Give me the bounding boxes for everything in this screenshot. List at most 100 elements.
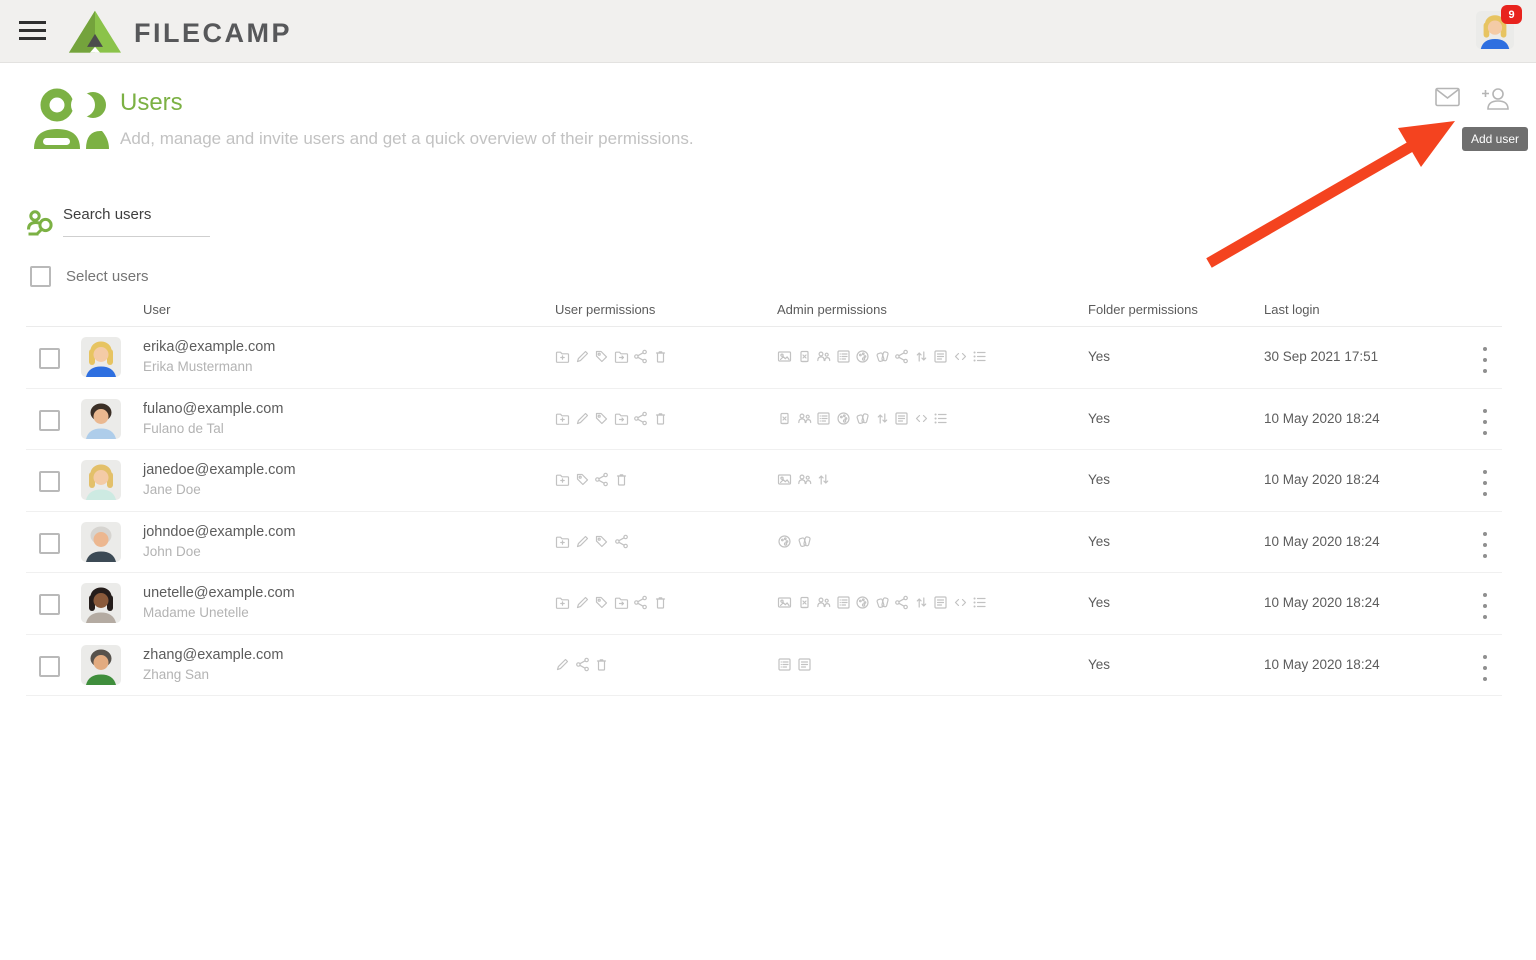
row-checkbox[interactable] bbox=[39, 533, 60, 554]
delete-files-icon bbox=[777, 411, 792, 426]
page-subtitle: Add, manage and invite users and get a q… bbox=[120, 129, 694, 149]
user-email: erika@example.com bbox=[143, 339, 275, 355]
share-icon bbox=[633, 595, 648, 610]
table-row: unetelle@example.com Madame Unetelle Yes… bbox=[26, 573, 1502, 635]
row-menu-button[interactable] bbox=[1476, 653, 1494, 683]
column-header-user-permissions: User permissions bbox=[555, 302, 655, 317]
branding-icon bbox=[777, 534, 792, 549]
reports-icon bbox=[933, 349, 948, 364]
create-folder-icon bbox=[555, 472, 570, 487]
menus-icon bbox=[972, 349, 987, 364]
transfer-icon bbox=[914, 349, 929, 364]
user-avatar bbox=[81, 460, 121, 500]
search-input[interactable]: Search users bbox=[63, 206, 210, 237]
delete-files-icon bbox=[797, 595, 812, 610]
create-folder-icon bbox=[555, 595, 570, 610]
create-folder-icon bbox=[555, 349, 570, 364]
add-user-button[interactable] bbox=[1481, 87, 1507, 111]
select-users-checkbox[interactable] bbox=[30, 266, 51, 287]
reports-icon bbox=[797, 657, 812, 672]
row-checkbox[interactable] bbox=[39, 410, 60, 431]
user-name: Madame Unetelle bbox=[143, 605, 295, 620]
delete-icon bbox=[614, 472, 629, 487]
user-permissions bbox=[555, 411, 668, 426]
row-menu-button[interactable] bbox=[1476, 591, 1494, 621]
column-header-last-login: Last login bbox=[1264, 302, 1320, 317]
move-folder-icon bbox=[614, 349, 629, 364]
media-icon bbox=[777, 472, 792, 487]
tag-icon bbox=[594, 411, 609, 426]
user-name: Fulano de Tal bbox=[143, 421, 283, 436]
hamburger-menu-icon[interactable] bbox=[19, 21, 47, 41]
admin-permissions bbox=[777, 595, 987, 610]
last-login-value: 10 May 2020 18:24 bbox=[1264, 472, 1380, 487]
user-permissions bbox=[555, 595, 668, 610]
row-checkbox[interactable] bbox=[39, 348, 60, 369]
row-menu-button[interactable] bbox=[1476, 345, 1494, 375]
branding-icon bbox=[855, 349, 870, 364]
filecamp-logo-icon bbox=[69, 9, 121, 58]
delete-icon bbox=[653, 595, 668, 610]
row-menu-button[interactable] bbox=[1476, 407, 1494, 437]
user-email: zhang@example.com bbox=[143, 647, 283, 663]
admin-permissions bbox=[777, 411, 948, 426]
table-row: zhang@example.com Zhang San Yes 10 May 2… bbox=[26, 635, 1502, 697]
user-name: Erika Mustermann bbox=[143, 359, 275, 374]
user-avatar bbox=[81, 522, 121, 562]
move-folder-icon bbox=[614, 411, 629, 426]
user-cell: janedoe@example.com Jane Doe bbox=[143, 462, 296, 497]
edit-icon bbox=[555, 657, 570, 672]
filecamp-logo[interactable]: FILECAMP bbox=[69, 9, 292, 58]
user-avatar bbox=[81, 645, 121, 685]
branding-icon bbox=[855, 595, 870, 610]
edit-icon bbox=[575, 534, 590, 549]
edit-icon bbox=[575, 411, 590, 426]
folder-permissions-value: Yes bbox=[1088, 657, 1110, 672]
tag-icon bbox=[575, 472, 590, 487]
labels-icon bbox=[875, 595, 890, 610]
users-page: FILECAMP 9 Users Add, manage and invite … bbox=[0, 0, 1536, 960]
row-checkbox[interactable] bbox=[39, 656, 60, 677]
brand-name: FILECAMP bbox=[134, 18, 292, 49]
last-login-value: 10 May 2020 18:24 bbox=[1264, 595, 1380, 610]
folder-permissions-value: Yes bbox=[1088, 349, 1110, 364]
select-users-label[interactable]: Select users bbox=[66, 268, 149, 285]
last-login-value: 30 Sep 2021 17:51 bbox=[1264, 349, 1378, 364]
user-email: fulano@example.com bbox=[143, 401, 283, 417]
edit-icon bbox=[575, 349, 590, 364]
row-menu-button[interactable] bbox=[1476, 468, 1494, 498]
add-user-tooltip: Add user bbox=[1462, 127, 1528, 151]
last-login-value: 10 May 2020 18:24 bbox=[1264, 534, 1380, 549]
last-login-value: 10 May 2020 18:24 bbox=[1264, 657, 1380, 672]
share-icon bbox=[894, 349, 909, 364]
code-icon bbox=[914, 411, 929, 426]
user-name: Zhang San bbox=[143, 667, 283, 682]
send-mail-button[interactable] bbox=[1435, 87, 1461, 111]
forms-icon bbox=[816, 411, 831, 426]
account-avatar[interactable]: 9 bbox=[1476, 11, 1514, 49]
users-icon bbox=[797, 472, 812, 487]
user-cell: fulano@example.com Fulano de Tal bbox=[143, 401, 283, 436]
admin-permissions bbox=[777, 534, 812, 549]
top-bar: FILECAMP 9 bbox=[0, 0, 1536, 63]
row-menu-button[interactable] bbox=[1476, 530, 1494, 560]
share-icon bbox=[633, 349, 648, 364]
move-folder-icon bbox=[614, 595, 629, 610]
row-checkbox[interactable] bbox=[39, 471, 60, 492]
code-icon bbox=[953, 595, 968, 610]
share-icon bbox=[894, 595, 909, 610]
row-checkbox[interactable] bbox=[39, 594, 60, 615]
create-folder-icon bbox=[555, 411, 570, 426]
users-icon bbox=[816, 349, 831, 364]
folder-permissions-value: Yes bbox=[1088, 472, 1110, 487]
edit-icon bbox=[575, 595, 590, 610]
table-header: UserUser permissionsAdmin permissionsFol… bbox=[26, 296, 1502, 327]
user-permissions bbox=[555, 534, 629, 549]
code-icon bbox=[953, 349, 968, 364]
folder-permissions-value: Yes bbox=[1088, 595, 1110, 610]
admin-permissions bbox=[777, 657, 812, 672]
forms-icon bbox=[777, 657, 792, 672]
transfer-icon bbox=[914, 595, 929, 610]
delete-files-icon bbox=[797, 349, 812, 364]
table-row: janedoe@example.com Jane Doe Yes 10 May … bbox=[26, 450, 1502, 512]
